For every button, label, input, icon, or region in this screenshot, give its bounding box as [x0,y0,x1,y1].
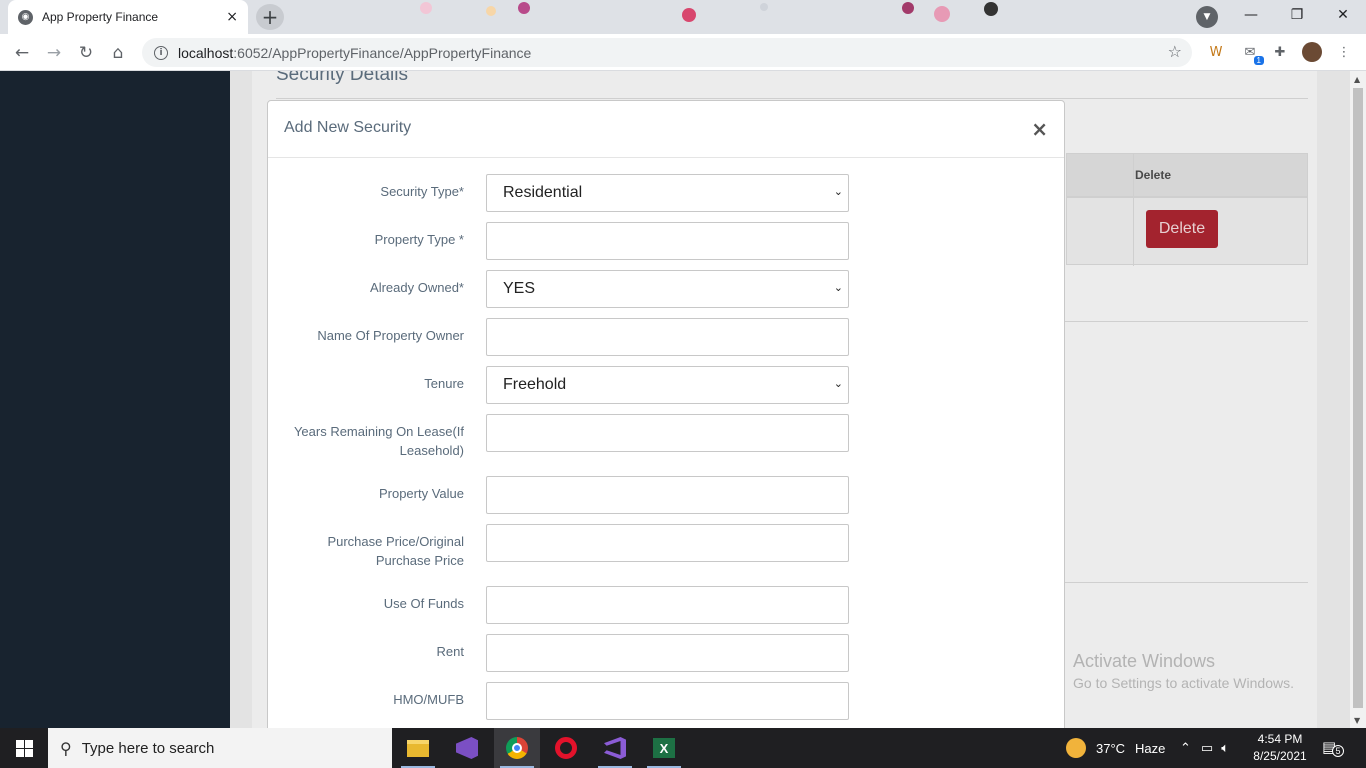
app-sidebar [0,71,230,728]
chevron-down-icon: ⌄ [833,377,843,390]
property-owner-label: Name Of Property Owner [317,328,464,343]
rent-input[interactable] [486,634,849,672]
search-placeholder: Type here to search [81,739,215,757]
hmo-mufb-input[interactable] [486,682,849,720]
taskbar-clock[interactable]: 4:54 PM 8/25/2021 [1248,731,1312,765]
bookmark-star-icon[interactable]: ☆ [1168,42,1182,61]
volume-icon[interactable]: 🔈︎ [1221,741,1229,756]
delete-column-header: Delete [1135,168,1172,182]
section-title: Security Details [276,71,408,85]
flower-decoration [682,8,696,22]
modal-header: Add New Security × [268,101,1064,158]
back-arrow-icon[interactable]: ← [9,40,35,66]
url-text: localhost:6052/AppPropertyFinance/AppPro… [178,44,532,61]
flower-decoration [934,6,950,22]
hmo-mufb-label: HMO/MUFB [393,692,464,707]
file-explorer-icon[interactable] [395,728,441,768]
property-value-input[interactable] [486,476,849,514]
divider [276,98,1308,99]
tab-search-icon[interactable]: ▼ [1196,6,1218,28]
flower-decoration [984,2,998,16]
system-tray: ⌃ ▭ 🔈︎ [1180,728,1229,768]
opera-icon[interactable] [543,728,589,768]
mail-extension-icon[interactable]: ✉ 1 [1240,42,1264,65]
taskbar-search-box[interactable]: ⚲ Type here to search [48,728,392,768]
years-remaining-input[interactable] [486,414,849,452]
window-close-button[interactable]: ✕ [1320,0,1366,30]
site-info-icon[interactable]: i [154,45,168,60]
securities-table-header: Delete [1066,153,1308,198]
profile-avatar[interactable] [1302,42,1322,62]
purchase-price-input[interactable] [486,524,849,562]
page-viewport: Security Details Delete Delete Activate … [0,71,1366,728]
reload-icon[interactable]: ↻ [73,40,99,66]
purchase-price-label: Purchase Price/Original Purchase Price [327,534,464,568]
network-icon[interactable]: ▭ [1201,741,1213,756]
add-new-security-modal: Add New Security × Security Type* Reside… [267,100,1065,728]
table-row: Delete [1066,197,1308,266]
tenure-label: Tenure [424,376,464,391]
weather-widget[interactable]: 37°C Haze [1066,728,1165,768]
property-owner-input[interactable] [486,318,849,356]
tab-title: App Property Finance [42,10,159,24]
new-tab-button[interactable]: + [256,4,284,30]
scroll-down-icon[interactable]: ▼ [1354,716,1360,725]
activate-windows-watermark: Activate Windows Go to Settings to activ… [1073,651,1294,691]
search-icon: ⚲ [60,738,72,758]
flower-decoration [902,2,914,14]
already-owned-label: Already Owned* [370,280,464,295]
modal-title: Add New Security [284,119,412,136]
menu-kebab-icon[interactable]: ⋮ [1334,42,1354,62]
flower-decoration [486,6,496,16]
modal-close-button[interactable]: × [1031,117,1048,141]
tab-close-icon[interactable]: × [226,9,238,25]
flower-decoration [760,3,768,11]
flower-decoration [518,2,530,14]
security-type-label: Security Type* [380,184,464,199]
minimize-button[interactable]: — [1228,0,1274,30]
years-remaining-label: Years Remaining On Lease(If Leasehold) [293,424,464,458]
notification-center-icon[interactable]: ▤ 5 [1322,738,1344,758]
use-of-funds-input[interactable] [486,586,849,624]
start-button[interactable] [0,728,48,768]
scroll-up-icon[interactable]: ▲ [1354,75,1360,84]
use-of-funds-label: Use Of Funds [383,596,464,611]
chevron-up-icon[interactable]: ⌃ [1180,741,1191,756]
word-extension-icon[interactable]: W [1206,42,1226,62]
weather-temp: 37°C [1096,740,1126,756]
chevron-down-icon: ⌄ [833,185,843,198]
weather-icon [1066,738,1086,758]
property-value-label: Property Value [378,486,464,501]
forward-arrow-icon[interactable]: → [41,40,67,66]
already-owned-select[interactable]: YES ⌄ [486,270,849,308]
security-type-select[interactable]: Residential ⌄ [486,174,849,212]
extensions-puzzle-icon[interactable]: ✚ [1270,42,1290,62]
visual-studio-icon[interactable] [444,728,490,768]
scrollbar-thumb[interactable] [1353,88,1363,708]
visual-studio-code-icon[interactable] [592,728,638,768]
property-type-label: Property Type * [374,232,464,247]
rent-label: Rent [436,644,464,659]
windows-logo-icon [15,739,33,757]
home-icon[interactable]: ⌂ [105,40,131,66]
tenure-select[interactable]: Freehold ⌄ [486,366,849,404]
page-scrollbar[interactable]: ▲ ▼ [1350,71,1366,728]
delete-button[interactable]: Delete [1146,210,1218,248]
globe-icon: ◉ [18,9,33,25]
weather-text: Haze [1135,740,1166,756]
browser-tab-active[interactable]: ◉ App Property Finance × [8,0,248,34]
address-bar[interactable]: i localhost:6052/AppPropertyFinance/AppP… [142,38,1192,67]
excel-icon[interactable]: X [641,728,687,768]
chevron-down-icon: ⌄ [833,281,843,294]
browser-toolbar: ← → ↻ ⌂ i localhost:6052/AppPropertyFina… [0,34,1366,71]
property-type-input[interactable] [486,222,849,260]
restore-button[interactable]: ❐ [1274,0,1320,30]
windows-taskbar: ⚲ Type here to search X 37°C Haze ⌃ ▭ 🔈︎… [0,728,1366,768]
flower-decoration [420,2,432,14]
chrome-icon[interactable] [494,728,540,768]
browser-tab-bar: ◉ App Property Finance × + ▼ — ❐ ✕ [0,0,1366,34]
